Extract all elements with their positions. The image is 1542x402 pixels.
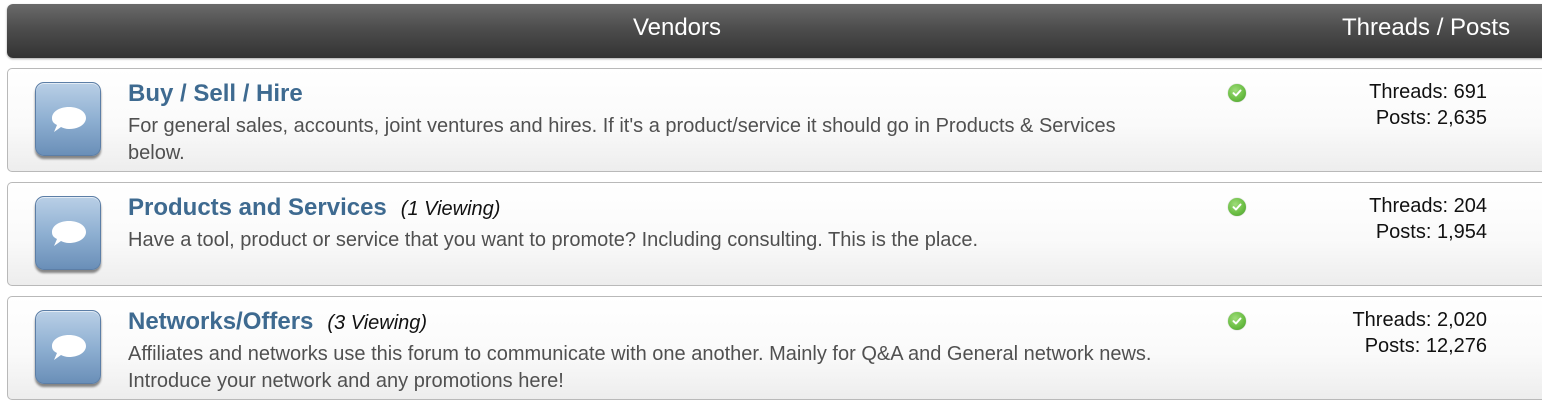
threads-posts-column-header: Threads / Posts [1342,14,1511,41]
forum-title-link[interactable]: Networks/Offers (3 Viewing) [128,308,427,336]
forum-row-buy-sell-hire: Buy / Sell / Hire For general sales, acc… [7,68,1542,172]
forum-stats: Threads: 204 Posts: 1,954 [1369,193,1487,245]
speech-bubble-icon [35,310,101,384]
thread-count: Threads: 691 [1369,81,1487,103]
forum-title-link[interactable]: Buy / Sell / Hire [128,80,303,108]
post-count: Posts: 1,954 [1375,221,1487,243]
viewing-count: (3 Viewing) [327,312,428,334]
forum-title-link[interactable]: Products and Services (1 Viewing) [128,194,500,222]
forum-stats: Threads: 691 Posts: 2,635 [1369,79,1487,131]
forum-title-text[interactable]: Networks/Offers [128,308,313,335]
category-title[interactable]: Vendors [7,4,1347,52]
forum-stats: Threads: 2,020 Posts: 12,276 [1352,307,1487,359]
viewing-count: (1 Viewing) [400,198,501,220]
post-count: Posts: 12,276 [1364,335,1487,357]
speech-bubble-icon [35,82,101,156]
forum-description: For general sales, accounts, joint ventu… [128,115,1116,164]
forum-title-text[interactable]: Products and Services [128,194,387,221]
checkmark-circle-icon [1228,84,1246,102]
thread-count: Threads: 2,020 [1352,309,1487,331]
thread-count: Threads: 204 [1369,195,1487,217]
forum-description: Have a tool, product or service that you… [128,229,979,251]
forum-row-networks-offers: Networks/Offers (3 Viewing) Affiliates an… [7,296,1542,400]
checkmark-circle-icon [1228,312,1246,330]
forum-description: Affiliates and networks use this forum t… [128,343,1152,392]
forum-row-products-and-services: Products and Services (1 Viewing) Have a … [7,182,1542,286]
checkmark-circle-icon [1228,198,1246,216]
speech-bubble-icon [35,196,101,270]
post-count: Posts: 2,635 [1375,107,1487,129]
forum-category-header: Vendors Threads / Posts [7,4,1542,58]
forum-title-text[interactable]: Buy / Sell / Hire [128,80,303,107]
